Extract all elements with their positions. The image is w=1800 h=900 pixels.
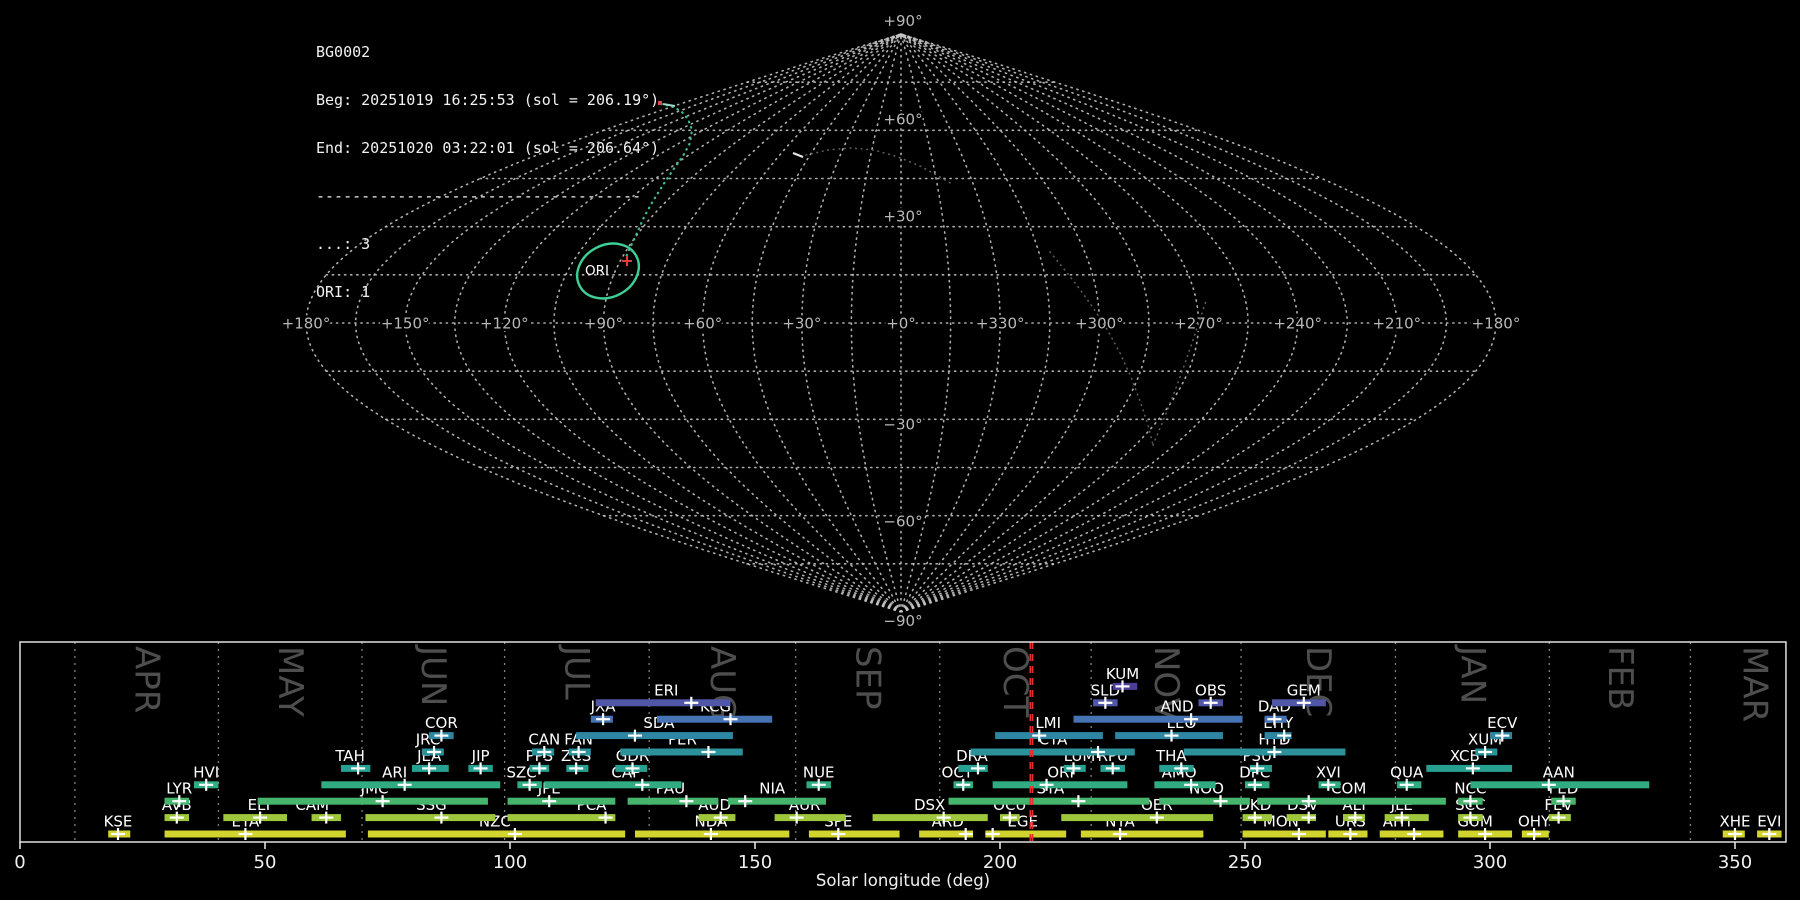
x-axis-title: Solar longitude (deg) (816, 871, 990, 890)
shower-bar-DSX (873, 814, 988, 821)
shower-bar-NTA (1081, 831, 1204, 838)
x-tick-label: 300 (1473, 852, 1507, 873)
longitude-label: +300° (1075, 315, 1124, 333)
shower-label-CAN: CAN (528, 731, 560, 749)
shower-label-LMI: LMI (1035, 714, 1061, 732)
ori-trail-start-segment (663, 104, 675, 106)
shower-bar-HYD (1184, 749, 1346, 756)
shower-label-JIP: JIP (471, 747, 490, 765)
latitude-label: +30° (883, 208, 922, 226)
sky-map: +180° +150° +120° +90° +60° +30° +0° +330° +300°… (0, 0, 1800, 640)
shower-label-ERI: ERI (654, 681, 678, 699)
meteor-segment (793, 153, 803, 157)
longitude-label: +90° (584, 315, 623, 333)
x-tick-label: 250 (1228, 852, 1262, 873)
shower-label-LYR: LYR (166, 780, 192, 798)
longitude-label: +240° (1273, 315, 1322, 333)
shower-bar-MON (1243, 831, 1326, 838)
month-label: JUN (413, 644, 453, 706)
shower-bar-SPE (809, 831, 900, 838)
ori-trail-start-dot (658, 101, 662, 105)
x-tick-label: 350 (1718, 852, 1752, 873)
month-label: FEB (1600, 646, 1640, 710)
x-tick-label: 0 (14, 852, 25, 873)
longitude-label: +120° (480, 315, 529, 333)
shower-label-OBS: OBS (1195, 681, 1226, 699)
shower-bar-COM (1257, 798, 1446, 805)
meteor-observation-screen: BG0002 Beg: 20251019 16:25:53 (sol = 206… (0, 0, 1800, 900)
shower-bar-LMI (995, 732, 1103, 739)
shower-label-KSE: KSE (104, 813, 133, 831)
shower-label-NIA: NIA (759, 780, 786, 798)
shower-label-AAN: AAN (1543, 763, 1575, 781)
longitude-label: +30° (782, 315, 821, 333)
longitude-label: +0° (886, 315, 916, 333)
month-label: SEP (848, 646, 888, 710)
shower-bar-ETA (165, 831, 346, 838)
shower-label-EVI: EVI (1757, 813, 1781, 831)
shower-label-COR: COR (425, 714, 458, 732)
meteor-trail-faint (1050, 252, 1153, 445)
latitude-label: +60° (883, 110, 922, 128)
longitude-label: +180° (1472, 315, 1521, 333)
shower-bar-OER (1061, 814, 1213, 821)
latitude-label: +90° (883, 12, 922, 30)
shower-bar-KCG (657, 716, 772, 723)
shower-bar-SDA (576, 732, 733, 739)
longitude-label: +150° (381, 315, 430, 333)
longitude-label: +180° (282, 315, 331, 333)
shower-bar-JPE (508, 798, 616, 805)
shower-label-OHY: OHY (1518, 813, 1551, 831)
shower-label-ECV: ECV (1487, 714, 1518, 732)
shower-label-NUE: NUE (803, 763, 835, 781)
latitude-label: −60° (883, 513, 922, 531)
latitude-label: −30° (883, 415, 922, 433)
shower-bar-SSG (365, 814, 495, 821)
month-label: MAR (1735, 646, 1775, 722)
longitude-label: +210° (1372, 315, 1421, 333)
shower-label-GEM: GEM (1287, 681, 1321, 699)
shower-label-QUA: QUA (1390, 763, 1424, 781)
month-label: JAN (1452, 644, 1492, 704)
month-label: MAY (270, 646, 310, 717)
shower-bar-AAN (1470, 781, 1649, 788)
shower-label-HVI: HVI (193, 763, 219, 781)
shower-label-DSX: DSX (914, 796, 945, 814)
shower-bar-AUR (775, 814, 846, 821)
shower-label-XVI: XVI (1316, 763, 1341, 781)
x-tick-label: 200 (983, 852, 1017, 873)
shower-label-ARI: ARI (382, 763, 407, 781)
longitude-label: +330° (976, 315, 1025, 333)
shower-bar-CTA (971, 749, 1135, 756)
shower-bar-ERI (596, 699, 731, 706)
shower-bar-NOO (1159, 798, 1250, 805)
longitude-label: +60° (683, 315, 722, 333)
shower-bar-PER (620, 749, 743, 756)
shower-bar-ORI (993, 781, 1128, 788)
shower-label-KUM: KUM (1106, 665, 1139, 683)
activity-timeline-chart: Solar longitude (deg) APRMAYJUNJULAUGSEP… (0, 640, 1800, 900)
shower-bar-STA (949, 798, 1150, 805)
shower-bar-NZC (368, 831, 625, 838)
shower-bar-AND (1074, 716, 1243, 723)
x-tick-label: 100 (493, 852, 527, 873)
shower-label-TAH: TAH (334, 747, 365, 765)
month-label: JUL (557, 644, 597, 700)
x-tick-label: 50 (254, 852, 277, 873)
shower-label-THA: THA (1155, 747, 1187, 765)
shower-label-AND: AND (1161, 698, 1194, 716)
latitude-label: −90° (883, 612, 922, 630)
shower-label-XHE: XHE (1719, 813, 1750, 831)
ori-radiant-label: ORI (585, 263, 609, 279)
x-tick-label: 150 (738, 852, 772, 873)
month-label: OCT (995, 646, 1035, 718)
shower-bar-JMC (258, 798, 488, 805)
shower-bar-PAU (628, 798, 719, 805)
shower-bar-CAP (544, 781, 681, 788)
month-label: APR (126, 646, 166, 713)
